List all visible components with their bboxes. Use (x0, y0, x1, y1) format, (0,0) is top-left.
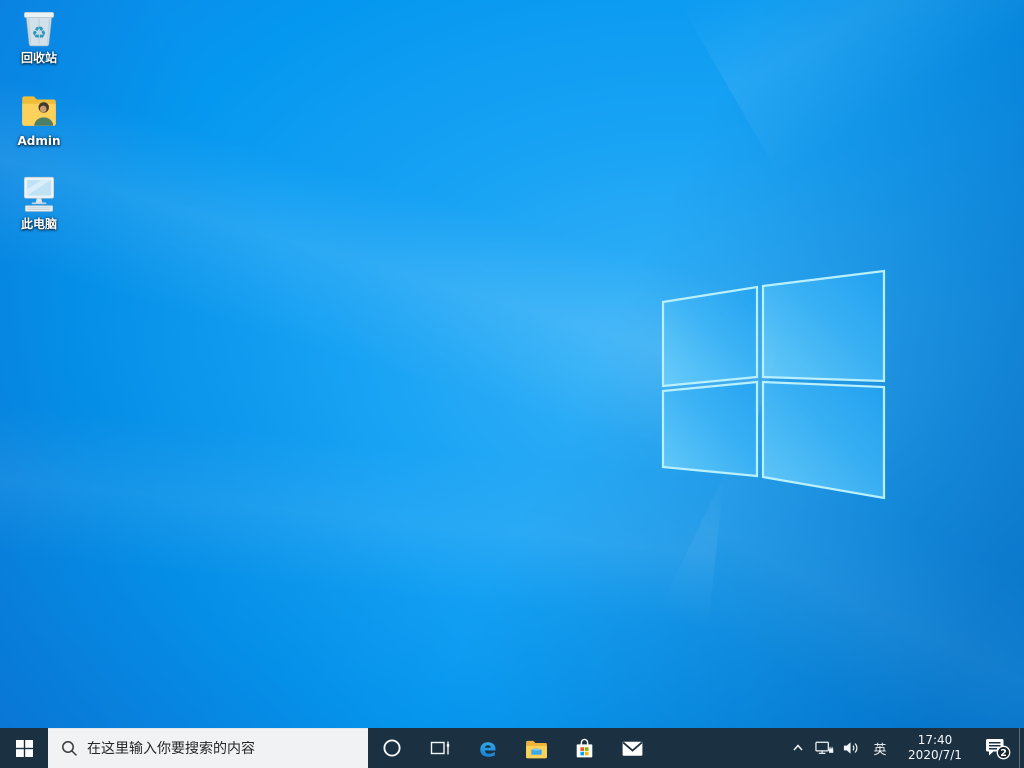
desktop-wallpaper (0, 0, 1024, 768)
windows-start-icon (15, 739, 33, 757)
chevron-up-icon (793, 744, 803, 751)
cortana-icon (383, 739, 401, 757)
taskbar: e (0, 728, 1024, 768)
recycle-symbol: ♻ (31, 23, 46, 43)
taskbar-button-mail[interactable] (608, 728, 656, 768)
taskbar-clock[interactable]: 17:40 2020/7/1 (895, 728, 975, 768)
desktop-icon-list: ♻ 回收站 Admin 此电脑 (0, 6, 78, 255)
tray-time: 17:40 (917, 733, 953, 747)
this-pc-icon (23, 176, 55, 212)
search-input[interactable] (87, 740, 347, 757)
start-button[interactable] (0, 728, 48, 768)
taskbar-button-file-explorer[interactable] (512, 728, 560, 768)
windows-desktop: ♻ 回收站 Admin 此电脑 在这里输入你要搜索的内容 e 英 17:40 2… (0, 0, 1024, 768)
speaker-icon (843, 742, 858, 754)
desktop-icon-admin-folder[interactable]: Admin (0, 89, 78, 148)
file-explorer-icon (525, 740, 547, 758)
show-desktop-button[interactable] (1019, 728, 1024, 768)
taskbar-button-task-view[interactable] (416, 728, 464, 768)
search-icon (62, 741, 77, 756)
desktop-icon-label: 此电脑 (20, 217, 57, 231)
hidden-icons-button[interactable] (785, 728, 811, 768)
microsoft-store-icon (576, 738, 592, 757)
taskbar-button-cortana[interactable] (368, 728, 416, 768)
taskbar-button-edge[interactable]: e (464, 728, 512, 768)
user-folder-icon (22, 96, 56, 126)
tray-date: 2020/7/1 (908, 748, 962, 762)
volume-tray-icon[interactable] (838, 728, 865, 768)
action-center-button[interactable]: 2 (975, 728, 1019, 768)
language-indicator[interactable]: 英 (865, 728, 895, 768)
notification-badge-count: 2 (1000, 748, 1007, 759)
desktop-icon-this-pc[interactable]: 此电脑 (0, 172, 78, 231)
system-tray: 英 17:40 2020/7/1 2 (777, 728, 1024, 768)
taskbar-search[interactable] (48, 728, 368, 768)
taskbar-button-store[interactable] (560, 728, 608, 768)
desktop-icon-label: Admin (17, 134, 61, 148)
recycle-bin-icon: ♻ (23, 11, 55, 47)
windows-logo-wallpaper (661, 269, 886, 500)
network-tray-icon[interactable] (811, 728, 838, 768)
ethernet-icon (815, 741, 834, 754)
task-view-icon (430, 741, 450, 755)
language-label: 英 (873, 742, 887, 758)
action-center-icon: 2 (985, 738, 1010, 759)
mail-icon (622, 741, 642, 756)
desktop-icon-recycle-bin[interactable]: ♻ 回收站 (0, 6, 78, 65)
edge-glyph: e (479, 735, 497, 761)
edge-icon: e (479, 735, 497, 761)
desktop-icon-label: 回收站 (20, 51, 57, 65)
